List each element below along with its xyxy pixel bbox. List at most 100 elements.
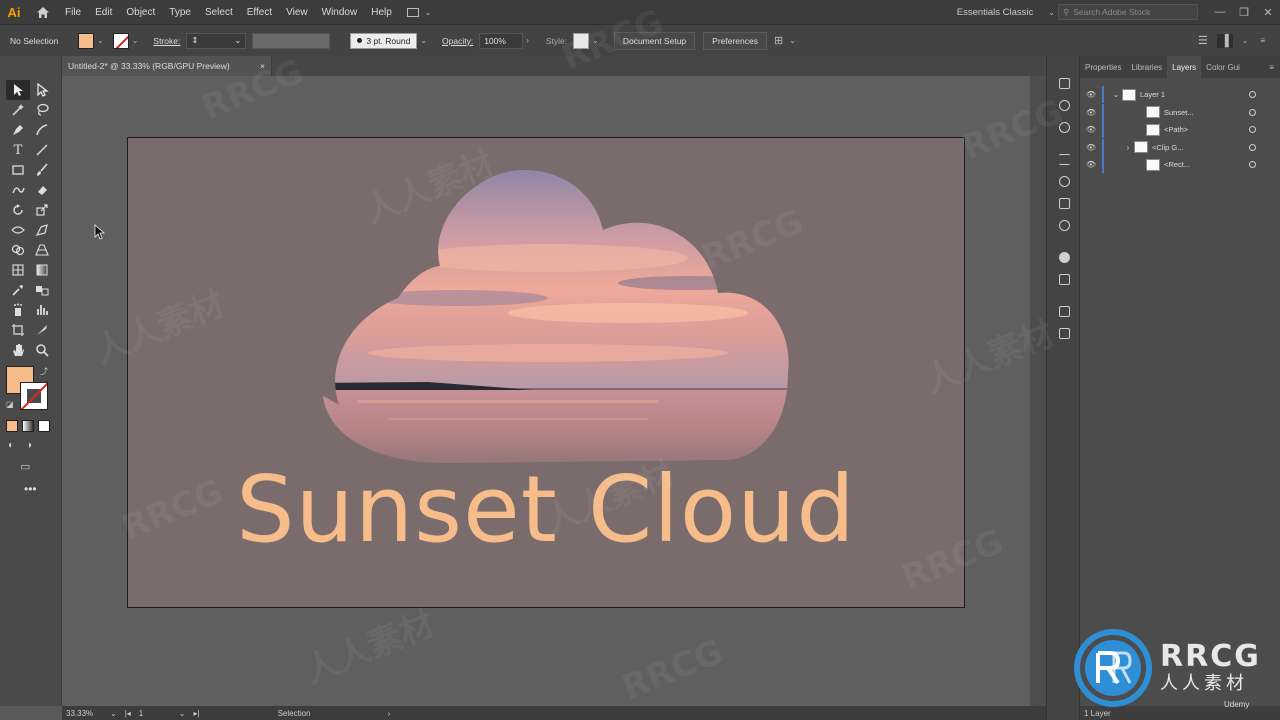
layer-row[interactable]: 👁 › <Clip G... bbox=[1080, 138, 1280, 157]
color-mode-icon[interactable] bbox=[6, 420, 18, 432]
slice-tool-icon[interactable] bbox=[30, 320, 54, 340]
paintbrush-tool-icon[interactable] bbox=[30, 160, 54, 180]
color-panel-icon[interactable] bbox=[1047, 170, 1081, 192]
maximize-icon[interactable]: ❐ bbox=[1232, 6, 1256, 19]
opacity-field[interactable]: 100% bbox=[479, 32, 524, 49]
workspace-switcher[interactable]: Essentials Classic bbox=[945, 7, 1046, 18]
layer-name[interactable]: <Clip G... bbox=[1152, 143, 1183, 152]
chevron-right-icon[interactable]: › bbox=[1122, 143, 1134, 152]
layer-row[interactable]: 👁 Sunset... bbox=[1080, 103, 1280, 122]
tab-libraries[interactable]: Libraries bbox=[1126, 56, 1167, 78]
menu-window[interactable]: Window bbox=[315, 7, 365, 18]
menu-edit[interactable]: Edit bbox=[88, 7, 119, 18]
document-tab[interactable]: Untitled-2* @ 33.33% (RGB/GPU Preview) × bbox=[62, 56, 272, 76]
opacity-label[interactable]: Opacity: bbox=[436, 36, 479, 46]
eyedropper-tool-icon[interactable] bbox=[6, 280, 30, 300]
export-panel-icon[interactable] bbox=[1047, 300, 1081, 322]
menu-select[interactable]: Select bbox=[198, 7, 240, 18]
curvature-tool-icon[interactable] bbox=[30, 120, 54, 140]
eraser-tool-icon[interactable] bbox=[30, 180, 54, 200]
chevron-down-icon[interactable]: ⌄ bbox=[417, 36, 430, 45]
layer-name[interactable]: <Rect... bbox=[1164, 160, 1190, 169]
layer-row[interactable]: 👁 <Path> bbox=[1080, 121, 1280, 139]
layer-row[interactable]: 👁 <Rect... bbox=[1080, 156, 1280, 174]
chevron-down-icon[interactable]: ⌄ bbox=[1045, 8, 1058, 17]
perspective-grid-tool-icon[interactable] bbox=[30, 240, 54, 260]
preferences-button[interactable]: Preferences bbox=[703, 31, 767, 50]
chevron-down-icon[interactable]: ⌄ bbox=[1110, 90, 1122, 99]
panel-toggle-icon[interactable]: ▐ bbox=[1216, 33, 1233, 48]
swap-colors-icon[interactable]: ⤴ bbox=[40, 366, 48, 377]
artboard-tool-icon[interactable] bbox=[6, 320, 30, 340]
menu-object[interactable]: Object bbox=[119, 7, 162, 18]
layer-row[interactable]: 👁 ⌄ Layer 1 bbox=[1080, 86, 1280, 104]
document-setup-button[interactable]: Document Setup bbox=[613, 31, 696, 50]
column-graph-tool-icon[interactable] bbox=[30, 300, 54, 320]
edit-toolbar-icon[interactable]: ••• bbox=[24, 482, 37, 496]
menu-file[interactable]: File bbox=[58, 7, 88, 18]
selection-tool-icon[interactable] bbox=[6, 80, 30, 100]
width-tool-icon[interactable] bbox=[6, 220, 30, 240]
eye-icon[interactable]: 👁 bbox=[1080, 90, 1102, 99]
align-icon[interactable]: ☰ bbox=[1195, 34, 1211, 47]
vertical-scrollbar[interactable] bbox=[1030, 76, 1046, 706]
symbol-sprayer-tool-icon[interactable] bbox=[6, 300, 30, 320]
fill-swatch[interactable] bbox=[78, 32, 94, 49]
menu-help[interactable]: Help bbox=[364, 7, 399, 18]
blend-tool-icon[interactable] bbox=[30, 280, 54, 300]
magic-wand-tool-icon[interactable] bbox=[6, 100, 30, 120]
chevron-down-icon[interactable]: ⌄ bbox=[175, 709, 190, 718]
direct-selection-tool-icon[interactable] bbox=[30, 80, 54, 100]
chevron-down-icon[interactable]: ⌄ bbox=[129, 36, 142, 45]
chevron-down-icon[interactable]: ⌄ bbox=[94, 36, 107, 45]
shaper-tool-icon[interactable] bbox=[6, 180, 30, 200]
zoom-tool-icon[interactable] bbox=[30, 340, 54, 360]
gradient-mode-icon[interactable] bbox=[22, 420, 34, 432]
first-artboard-icon[interactable]: |◂ bbox=[121, 709, 135, 718]
gradient-tool-icon[interactable] bbox=[30, 260, 54, 280]
tab-properties[interactable]: Properties bbox=[1080, 56, 1126, 78]
artboard-number[interactable]: 1 bbox=[135, 709, 175, 718]
tab-color-guide[interactable]: Color Gui bbox=[1201, 56, 1245, 78]
close-icon[interactable]: × bbox=[260, 61, 265, 71]
eye-icon[interactable]: 👁 bbox=[1080, 125, 1102, 134]
next-artboard-icon[interactable]: ▸| bbox=[190, 709, 204, 718]
variable-width-profile[interactable] bbox=[252, 32, 331, 49]
target-icon[interactable] bbox=[1249, 126, 1256, 134]
screen-mode-icon[interactable]: ▭ bbox=[20, 460, 30, 473]
layer-name[interactable]: Layer 1 bbox=[1140, 90, 1165, 99]
symbols-panel-icon[interactable] bbox=[1047, 94, 1081, 116]
stroke-label[interactable]: Stroke: bbox=[147, 36, 186, 46]
stroke-panel-icon[interactable] bbox=[1047, 148, 1081, 170]
menu-effect[interactable]: Effect bbox=[240, 7, 279, 18]
type-tool-icon[interactable]: T bbox=[6, 140, 30, 160]
default-colors-icon[interactable]: ◪ bbox=[6, 400, 14, 409]
home-icon[interactable] bbox=[28, 6, 58, 19]
layer-name[interactable]: Sunset... bbox=[1164, 108, 1194, 117]
chevron-down-icon[interactable]: ⌄ bbox=[1239, 36, 1252, 45]
menu-type[interactable]: Type bbox=[162, 7, 198, 18]
close-icon[interactable]: ✕ bbox=[1256, 6, 1280, 19]
zoom-level[interactable]: 33.33% bbox=[62, 709, 106, 718]
chevron-down-icon[interactable]: ⌄ bbox=[106, 709, 121, 718]
eye-icon[interactable]: 👁 bbox=[1080, 160, 1102, 169]
chevron-right-icon[interactable]: › bbox=[384, 709, 395, 718]
gradient-panel-icon[interactable] bbox=[1047, 192, 1081, 214]
lasso-tool-icon[interactable] bbox=[30, 100, 54, 120]
artboard[interactable]: Sunset Cloud bbox=[127, 137, 965, 608]
appearance-panel-icon[interactable] bbox=[1047, 214, 1081, 236]
stroke-color-box[interactable] bbox=[20, 382, 48, 410]
chevron-down-icon[interactable]: ⌄ bbox=[786, 36, 799, 45]
panel-menu-icon[interactable]: ≡ bbox=[1269, 63, 1280, 72]
layer-name[interactable]: <Path> bbox=[1164, 125, 1188, 134]
target-icon[interactable] bbox=[1249, 108, 1256, 116]
arrange-documents-button[interactable]: ⌄ bbox=[406, 7, 435, 17]
line-tool-icon[interactable] bbox=[30, 140, 54, 160]
chevron-right-icon[interactable]: › bbox=[523, 36, 532, 45]
pathfinder-panel-icon[interactable] bbox=[1047, 322, 1081, 344]
brushes-panel-icon[interactable] bbox=[1047, 116, 1081, 138]
none-mode-icon[interactable] bbox=[38, 420, 50, 432]
target-icon[interactable] bbox=[1249, 143, 1256, 151]
blend-mode-icon[interactable]: ◑ bbox=[26, 440, 32, 451]
mesh-tool-icon[interactable] bbox=[6, 260, 30, 280]
